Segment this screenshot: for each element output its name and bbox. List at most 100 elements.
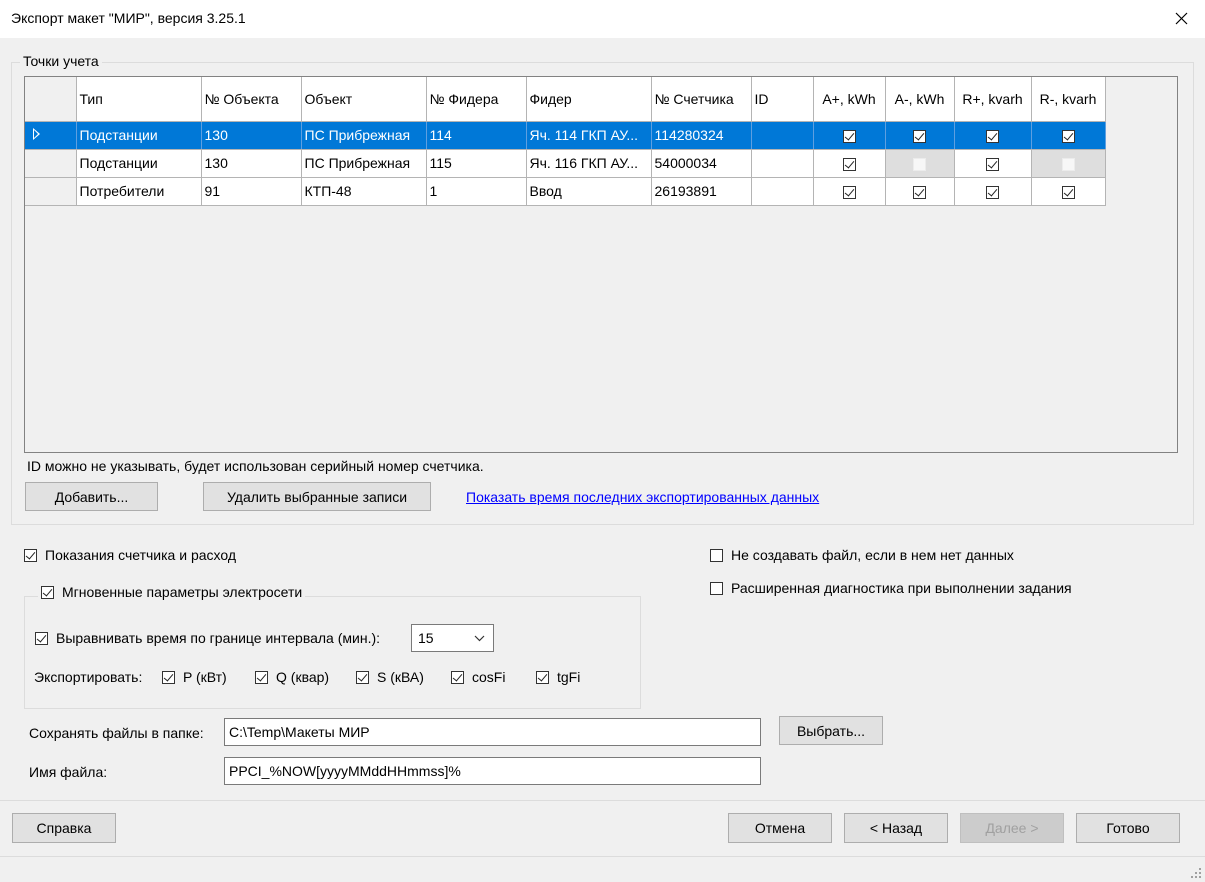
extended-diagnostics-label: Расширенная диагностика при выполнении з… bbox=[731, 580, 1072, 596]
cell-object[interactable]: КТП-48 bbox=[301, 177, 427, 206]
cell-meter-no[interactable]: 54000034 bbox=[651, 149, 752, 178]
export-p-label: P (кВт) bbox=[183, 669, 227, 685]
cell-meter-no[interactable]: 26193891 bbox=[651, 177, 752, 206]
export-q-checkbox[interactable] bbox=[255, 670, 268, 684]
cell-id[interactable] bbox=[751, 177, 814, 206]
cell-a-plus-checkbox[interactable] bbox=[842, 129, 856, 143]
points-table: Тип № Объекта Объект № Фидера Фидер № Сч… bbox=[25, 77, 1106, 206]
folder-input[interactable]: C:\Temp\Макеты МИР bbox=[224, 718, 761, 746]
export-cosfi-option[interactable]: cosFi bbox=[451, 669, 505, 685]
filename-input[interactable]: PPCI_%NOW[yyyyMMddHHmmss]% bbox=[224, 757, 761, 785]
col-header-a-minus[interactable]: A-, kWh bbox=[885, 77, 955, 122]
cell-r-minus-checkbox[interactable] bbox=[1061, 185, 1075, 199]
cell-r-plus-checkbox[interactable] bbox=[986, 185, 999, 199]
cell-type[interactable]: Потребители bbox=[76, 177, 202, 206]
col-header-meter-no[interactable]: № Счетчика bbox=[651, 77, 752, 122]
align-time-checkbox[interactable] bbox=[35, 631, 48, 645]
row-selector[interactable] bbox=[25, 149, 77, 178]
cell-feeder[interactable]: Яч. 114 ГКП АУ... bbox=[526, 121, 652, 150]
instant-params-option[interactable]: Мгновенные параметры электросети bbox=[38, 584, 306, 600]
cell-a-plus-checkbox[interactable] bbox=[842, 157, 856, 171]
col-header-object[interactable]: Объект bbox=[301, 77, 427, 122]
cell-feeder[interactable]: Ввод bbox=[526, 177, 652, 206]
filename-label: Имя файла: bbox=[29, 764, 108, 780]
col-header-r-minus[interactable]: R-, kvarh bbox=[1031, 77, 1106, 122]
row-selector[interactable] bbox=[25, 121, 77, 150]
grid-header-row: Тип № Объекта Объект № Фидера Фидер № Сч… bbox=[25, 77, 1106, 122]
back-button[interactable]: < Назад bbox=[844, 813, 948, 843]
cancel-button[interactable]: Отмена bbox=[728, 813, 832, 843]
cell-type[interactable]: Подстанции bbox=[76, 121, 202, 150]
cell-feeder-no[interactable]: 1 bbox=[426, 177, 527, 206]
cell-feeder-no[interactable]: 115 bbox=[426, 149, 527, 178]
resize-grip-icon[interactable] bbox=[1190, 867, 1202, 879]
meter-readings-checkbox[interactable] bbox=[24, 548, 37, 562]
cell-id[interactable] bbox=[751, 149, 814, 178]
table-row[interactable]: Подстанции 130 ПС Прибрежная 114 Яч. 114… bbox=[25, 121, 1106, 150]
id-hint-text: ID можно не указывать, будет использован… bbox=[27, 458, 484, 474]
export-cosfi-label: cosFi bbox=[472, 669, 506, 685]
cell-feeder[interactable]: Яч. 116 ГКП АУ... bbox=[526, 149, 652, 178]
row-selector[interactable] bbox=[25, 177, 77, 206]
cell-feeder-no[interactable]: 114 bbox=[426, 121, 527, 150]
cell-object[interactable]: ПС Прибрежная bbox=[301, 121, 427, 150]
export-p-checkbox[interactable] bbox=[162, 670, 175, 684]
col-header-a-plus[interactable]: A+, kWh bbox=[813, 77, 886, 122]
col-header-feeder[interactable]: Фидер bbox=[526, 77, 652, 122]
cell-r-plus-checkbox[interactable] bbox=[986, 129, 999, 143]
interval-select[interactable]: 15 bbox=[411, 624, 494, 652]
close-button[interactable] bbox=[1159, 0, 1205, 38]
add-button[interactable]: Добавить... bbox=[25, 482, 158, 511]
meter-readings-label: Показания счетчика и расход bbox=[45, 547, 237, 563]
cell-a-minus-checkbox bbox=[913, 157, 926, 171]
next-button: Далее > bbox=[960, 813, 1064, 843]
export-tgfi-checkbox[interactable] bbox=[536, 670, 549, 684]
export-tgfi-option[interactable]: tgFi bbox=[536, 669, 580, 685]
title-bar: Экспорт макет "МИР", версия 3.25.1 bbox=[0, 0, 1205, 38]
current-row-arrow-icon bbox=[33, 128, 40, 140]
cell-object-no[interactable]: 91 bbox=[201, 177, 302, 206]
cell-a-minus-checkbox[interactable] bbox=[913, 185, 926, 199]
export-cosfi-checkbox[interactable] bbox=[451, 670, 464, 684]
cell-r-plus-checkbox[interactable] bbox=[986, 157, 999, 171]
align-time-option[interactable]: Выравнивать время по границе интервала (… bbox=[35, 630, 380, 646]
export-s-checkbox[interactable] bbox=[356, 670, 369, 684]
points-group-title: Точки учета bbox=[20, 53, 102, 69]
cell-r-minus-checkbox[interactable] bbox=[1061, 129, 1075, 143]
points-grid[interactable]: Тип № Объекта Объект № Фидера Фидер № Сч… bbox=[24, 76, 1178, 453]
help-button[interactable]: Справка bbox=[12, 813, 116, 843]
cell-a-minus-checkbox[interactable] bbox=[913, 129, 926, 143]
delete-selected-button[interactable]: Удалить выбранные записи bbox=[203, 482, 431, 511]
export-q-option[interactable]: Q (квар) bbox=[255, 669, 329, 685]
show-last-export-time-link[interactable]: Показать время последних экспортированны… bbox=[466, 489, 819, 505]
extended-diagnostics-checkbox[interactable] bbox=[710, 581, 723, 595]
export-p-option[interactable]: P (кВт) bbox=[162, 669, 227, 685]
extended-diagnostics-option[interactable]: Расширенная диагностика при выполнении з… bbox=[710, 580, 1072, 596]
browse-button[interactable]: Выбрать... bbox=[779, 716, 883, 745]
col-header-id[interactable]: ID bbox=[751, 77, 814, 122]
interval-value: 15 bbox=[418, 630, 434, 646]
col-header-type[interactable]: Тип bbox=[76, 77, 202, 122]
no-empty-file-checkbox[interactable] bbox=[710, 548, 723, 562]
col-header-r-plus[interactable]: R+, kvarh bbox=[954, 77, 1032, 122]
meter-readings-option[interactable]: Показания счетчика и расход bbox=[24, 547, 236, 563]
cell-id[interactable] bbox=[751, 121, 814, 150]
export-s-option[interactable]: S (кВА) bbox=[356, 669, 424, 685]
finish-button[interactable]: Готово bbox=[1076, 813, 1180, 843]
chevron-down-icon bbox=[474, 635, 485, 642]
no-empty-file-option[interactable]: Не создавать файл, если в нем нет данных bbox=[710, 547, 1014, 563]
cell-object[interactable]: ПС Прибрежная bbox=[301, 149, 427, 178]
cell-a-plus-checkbox[interactable] bbox=[842, 185, 856, 199]
cell-meter-no[interactable]: 114280324 bbox=[651, 121, 752, 150]
col-header-feeder-no[interactable]: № Фидера bbox=[426, 77, 527, 122]
no-empty-file-label: Не создавать файл, если в нем нет данных bbox=[731, 547, 1014, 563]
cell-object-no[interactable]: 130 bbox=[201, 149, 302, 178]
folder-label: Сохранять файлы в папке: bbox=[29, 725, 204, 741]
table-row[interactable]: Потребители 91 КТП-48 1 Ввод 26193891 bbox=[25, 177, 1106, 206]
export-q-label: Q (квар) bbox=[276, 669, 330, 685]
table-row[interactable]: Подстанции 130 ПС Прибрежная 115 Яч. 116… bbox=[25, 149, 1106, 178]
cell-object-no[interactable]: 130 bbox=[201, 121, 302, 150]
instant-params-checkbox[interactable] bbox=[41, 585, 54, 599]
cell-type[interactable]: Подстанции bbox=[76, 149, 202, 178]
col-header-object-no[interactable]: № Объекта bbox=[201, 77, 302, 122]
